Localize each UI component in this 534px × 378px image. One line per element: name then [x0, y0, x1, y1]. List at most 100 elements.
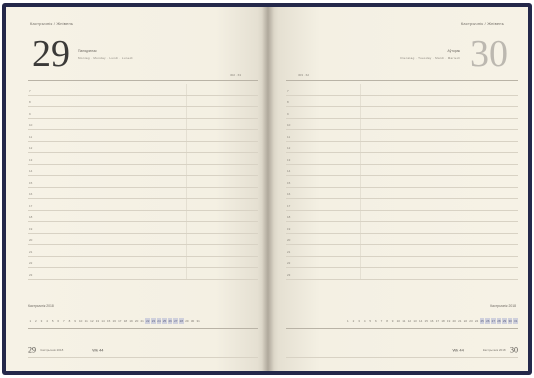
left-page: Кастрычнік / Жнівень 29 Панядзелак Monta… [6, 7, 268, 371]
hour-line[interactable]: 23 [28, 268, 258, 280]
column-divider [186, 118, 187, 129]
column-divider [360, 245, 361, 256]
footer-month-label: Кастрычнік 2018 [28, 304, 54, 308]
calendar-day: 21 [458, 319, 462, 323]
hour-line[interactable]: 10 [28, 118, 258, 130]
hour-line[interactable]: 11 [28, 130, 258, 142]
hour-line[interactable]: 15 [28, 176, 258, 188]
hour-label: 16 [287, 192, 291, 196]
calendar-day: 20 [452, 319, 456, 323]
day-counter: 303 · 62 [298, 73, 310, 77]
hour-lines: 7 8 9 10 11 12 13 14 15 16 17 18 19 20 21 22 23 [28, 84, 258, 280]
calendar-day: 23 [469, 319, 473, 323]
next-day-number: 30 [510, 345, 518, 355]
hour-line[interactable]: 14 [28, 164, 258, 176]
hour-label: 15 [287, 180, 291, 185]
hour-line[interactable]: 22 [28, 256, 258, 268]
next-day-number: 29 [28, 345, 36, 355]
day-number: 29 [32, 33, 70, 75]
month-calendar-strip: 1 2 3 4 5 6 7 8 9 10 11 12 13 14 15 16 17 18 19 20 21 22 23 24 2… [28, 318, 200, 324]
column-divider [186, 176, 187, 187]
hour-line[interactable]: 13 [286, 153, 518, 165]
column-divider [186, 256, 187, 267]
hour-line[interactable]: 21 [286, 245, 518, 257]
calendar-day: 13 [95, 319, 100, 323]
calendar-day: 17 [435, 319, 440, 323]
hour-line[interactable]: 17 [28, 199, 258, 211]
hour-label: 21 [29, 249, 33, 254]
calendar-day: 25 [479, 318, 485, 324]
calendar-day: 28 [496, 318, 502, 324]
hour-line[interactable]: 9 [28, 107, 258, 119]
calendar-day: 25 [162, 318, 167, 324]
hour-line[interactable]: 12 [286, 141, 518, 153]
hour-line[interactable]: 8 [28, 95, 258, 107]
column-divider [186, 107, 187, 118]
column-divider [186, 210, 187, 221]
hour-label: 13 [287, 157, 291, 162]
hour-label: 9 [29, 111, 31, 116]
hour-line[interactable]: 23 [286, 268, 518, 280]
calendar-day: 9 [391, 319, 394, 323]
hour-line[interactable]: 7 [286, 84, 518, 96]
hour-line[interactable]: 18 [28, 210, 258, 222]
hour-line[interactable]: 12 [28, 141, 258, 153]
calendar-day: 24 [474, 319, 479, 323]
hour-label: 12 [287, 146, 291, 150]
calendar-day: 19 [129, 319, 133, 323]
calendar-day: 19 [446, 319, 451, 323]
hour-line[interactable]: 16 [286, 187, 518, 199]
column-divider [186, 141, 187, 152]
hour-label: 7 [29, 88, 31, 93]
hour-line[interactable]: 10 [286, 118, 518, 130]
calendar-day: 28 [179, 318, 184, 324]
hour-line[interactable]: 17 [286, 199, 518, 211]
hour-label: 19 [287, 226, 291, 231]
column-divider [360, 130, 361, 141]
column-divider [186, 153, 187, 164]
calendar-day: 18 [123, 319, 128, 323]
bottom-rule [286, 357, 518, 358]
hour-line[interactable]: 20 [286, 233, 518, 245]
hour-label: 17 [287, 203, 291, 208]
hour-line[interactable]: 22 [286, 256, 518, 268]
hour-line[interactable]: 11 [286, 130, 518, 142]
column-divider [360, 118, 361, 129]
calendar-day: 1 [347, 319, 349, 323]
calendar-day: 22 [463, 319, 468, 323]
column-divider [186, 199, 187, 210]
calendar-day: 30 [190, 319, 195, 323]
hour-line[interactable]: 13 [28, 153, 258, 165]
column-divider [360, 210, 361, 221]
hour-label: 14 [287, 169, 291, 173]
calendar-day: 11 [402, 319, 406, 323]
hour-label: 8 [29, 100, 31, 104]
calendar-day: 21 [140, 319, 144, 323]
hour-line[interactable]: 21 [28, 245, 258, 257]
calendar-day: 12 [90, 319, 94, 323]
hour-line[interactable]: 8 [286, 95, 518, 107]
hour-line[interactable]: 19 [286, 222, 518, 234]
calendar-day: 15 [424, 319, 428, 323]
hour-line[interactable]: 14 [286, 164, 518, 176]
hour-label: 10 [29, 123, 33, 127]
hour-line[interactable]: 9 [286, 107, 518, 119]
hour-label: 10 [287, 123, 291, 127]
hour-line[interactable]: 15 [286, 176, 518, 188]
calendar-day: 26 [167, 318, 173, 324]
column-divider [360, 95, 361, 106]
next-day-text: Кастрычнік 2018 [40, 347, 64, 352]
calendar-day: 7 [63, 319, 65, 323]
calendar-day: 18 [441, 319, 445, 323]
calendar-day: 10 [396, 319, 400, 323]
calendar-day: 2 [35, 319, 37, 323]
hour-line[interactable]: 18 [286, 210, 518, 222]
hour-label: 18 [29, 215, 33, 219]
hour-line[interactable]: 16 [28, 187, 258, 199]
hour-line[interactable]: 7 [28, 84, 258, 96]
hour-line[interactable]: 19 [28, 222, 258, 234]
column-divider [186, 268, 187, 279]
calendar-day: 8 [68, 319, 71, 323]
calendar-day: 6 [57, 319, 60, 323]
hour-line[interactable]: 20 [28, 233, 258, 245]
